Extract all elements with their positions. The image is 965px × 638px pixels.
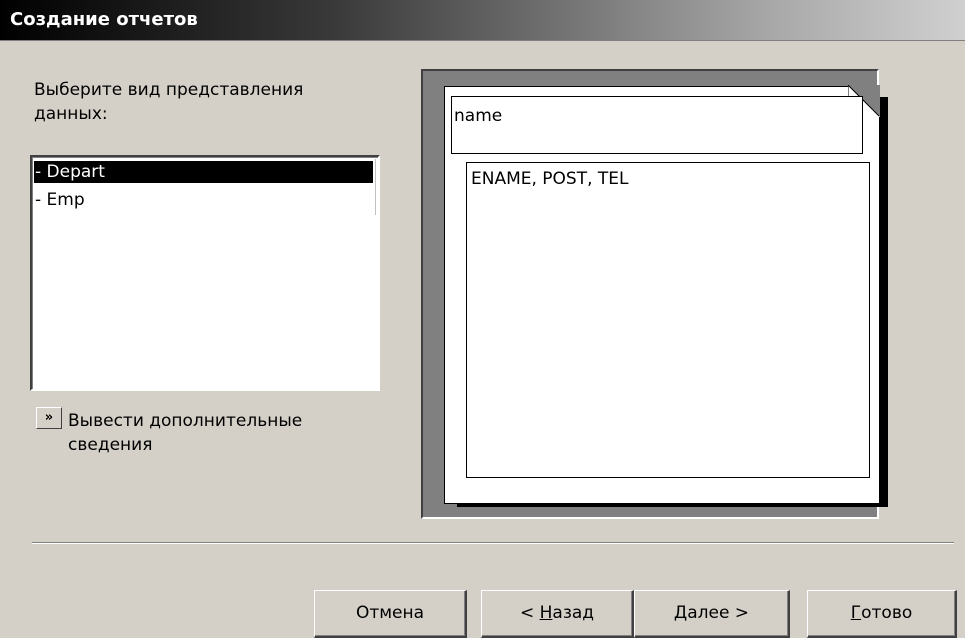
finish-button-label: отово <box>861 603 913 623</box>
list-item-emp[interactable]: - Emp <box>34 189 373 211</box>
cancel-button[interactable]: Отмена <box>314 590 467 638</box>
back-button-label: азад <box>552 603 595 623</box>
next-button-hotkey: Д <box>673 603 688 623</box>
list-item-depart[interactable]: - Depart <box>34 161 373 183</box>
detail-fields-text: ENAME, POST, TEL <box>471 169 629 189</box>
finish-button-hotkey: Г <box>850 603 862 623</box>
view-prompt-label: Выберите вид представления данных: <box>34 80 304 124</box>
cancel-button-label: Отмена <box>355 603 425 623</box>
data-view-listbox[interactable]: - Depart - Emp <box>30 155 380 391</box>
listbox-scroll-edge <box>375 159 376 215</box>
double-chevron-right-icon: » <box>44 410 54 425</box>
group-header-text: name <box>454 106 503 126</box>
preview-group-header: name <box>451 96 863 154</box>
next-button-label: алее > <box>687 603 750 623</box>
back-button[interactable]: < Назад <box>481 590 634 638</box>
window-title: Создание отчетов <box>10 9 198 30</box>
title-bar[interactable]: Создание отчетов <box>0 0 965 41</box>
show-more-info-label[interactable]: Вывести дополнительные сведения <box>68 409 368 457</box>
back-button-prefix: < <box>519 603 540 623</box>
next-button[interactable]: Далее > <box>634 590 790 638</box>
show-more-info-button[interactable]: » <box>36 407 62 429</box>
finish-button[interactable]: Готово <box>807 590 957 638</box>
footer-separator <box>32 542 954 544</box>
back-button-hotkey: Н <box>539 603 553 623</box>
preview-detail-fields: ENAME, POST, TEL <box>466 162 870 478</box>
